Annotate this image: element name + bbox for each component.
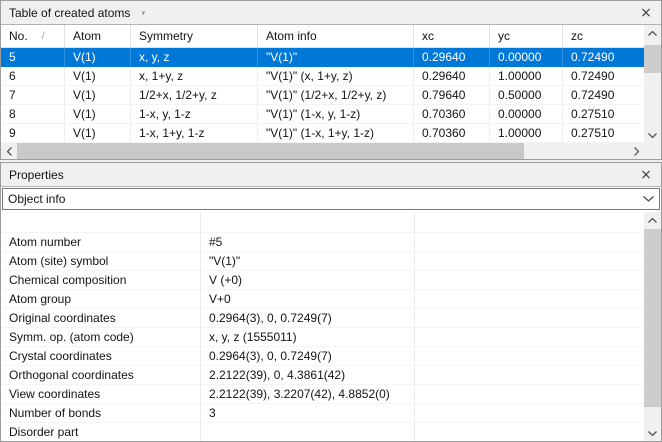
- atoms-table-header: No. / Atom Symmetry Atom info xc yc zc: [1, 25, 644, 48]
- table-row[interactable]: 7 V(1) 1/2+x, 1/2+y, z "V(1)" (1/2+x, 1/…: [1, 86, 644, 105]
- column-header-symmetry[interactable]: Symmetry: [131, 25, 258, 47]
- atoms-table-pane: Table of created atoms ▼ × No. / Atom Sy…: [0, 0, 662, 160]
- properties-vertical-scrollbar[interactable]: [644, 212, 661, 441]
- column-header-yc[interactable]: yc: [490, 25, 563, 47]
- table-row[interactable]: 9 V(1) 1-x, 1+y, 1-z "V(1)" (1-x, 1+y, 1…: [1, 124, 644, 143]
- scrollbar-thumb[interactable]: [644, 229, 661, 407]
- list-item: Atom (site) symbol "V(1)": [1, 252, 644, 271]
- chevron-down-icon[interactable]: [644, 127, 661, 143]
- chevron-down-icon: [637, 196, 659, 202]
- dropdown-selected-value: Object info: [8, 192, 65, 206]
- chevron-left-icon[interactable]: [1, 143, 17, 159]
- sort-ascending-icon: /: [42, 31, 45, 42]
- column-header-xc[interactable]: xc: [414, 25, 490, 47]
- chevron-right-icon[interactable]: [628, 143, 644, 159]
- chevron-down-icon[interactable]: [644, 425, 661, 441]
- chevron-up-icon[interactable]: [644, 212, 661, 228]
- scrollbar-thumb[interactable]: [644, 45, 661, 73]
- atoms-pane-titlebar: Table of created atoms ▼ ×: [1, 1, 661, 25]
- list-item: Orthogonal coordinates 2.2122(39), 0, 4.…: [1, 366, 644, 385]
- column-header-zc[interactable]: zc: [563, 25, 644, 47]
- atoms-vertical-scrollbar[interactable]: [644, 25, 661, 143]
- properties-pane-title: Properties: [9, 168, 64, 182]
- table-row[interactable]: 5 V(1) x, y, z "V(1)" 0.29640 0.00000 0.…: [1, 48, 644, 67]
- chevron-up-icon[interactable]: [644, 25, 661, 41]
- scrollbar-corner: [644, 143, 661, 159]
- list-item: Symm. op. (atom code) x, y, z (1555011): [1, 328, 644, 347]
- list-item: Crystal coordinates 0.2964(3), 0, 0.7249…: [1, 347, 644, 366]
- list-item: Disorder part: [1, 423, 644, 441]
- close-icon[interactable]: ×: [634, 165, 658, 185]
- close-icon[interactable]: ×: [634, 3, 658, 23]
- list-item: Atom group V+0: [1, 290, 644, 309]
- table-row[interactable]: 8 V(1) 1-x, y, 1-z "V(1)" (1-x, y, 1-z) …: [1, 105, 644, 124]
- table-row[interactable]: 6 V(1) x, 1+y, z "V(1)" (x, 1+y, z) 0.29…: [1, 67, 644, 86]
- list-item: Atom number #5: [1, 233, 644, 252]
- properties-pane-titlebar: Properties ×: [1, 163, 661, 187]
- column-header-atom[interactable]: Atom: [65, 25, 131, 47]
- atoms-table: No. / Atom Symmetry Atom info xc yc zc 5…: [1, 25, 644, 143]
- properties-table: Atom number #5 Atom (site) symbol "V(1)"…: [1, 212, 644, 441]
- atoms-pane-title: Table of created atoms: [9, 6, 130, 20]
- app-window: Table of created atoms ▼ × No. / Atom Sy…: [0, 0, 662, 442]
- scrollbar-thumb[interactable]: [17, 143, 524, 159]
- atoms-horizontal-scrollbar[interactable]: [1, 143, 644, 159]
- object-info-dropdown[interactable]: Object info: [2, 188, 660, 210]
- column-header-no[interactable]: No. /: [1, 25, 65, 47]
- properties-pane: Properties × Object info Atom number #5 …: [0, 162, 662, 442]
- list-item: Number of bonds 3: [1, 404, 644, 423]
- list-item: View coordinates 2.2122(39), 3.2207(42),…: [1, 385, 644, 404]
- column-header-atom-info[interactable]: Atom info: [258, 25, 414, 47]
- list-item: Chemical composition V (+0): [1, 271, 644, 290]
- list-item: Original coordinates 0.2964(3), 0, 0.724…: [1, 309, 644, 328]
- list-item: [1, 212, 644, 233]
- pane-menu-icon[interactable]: ▼: [140, 8, 146, 17]
